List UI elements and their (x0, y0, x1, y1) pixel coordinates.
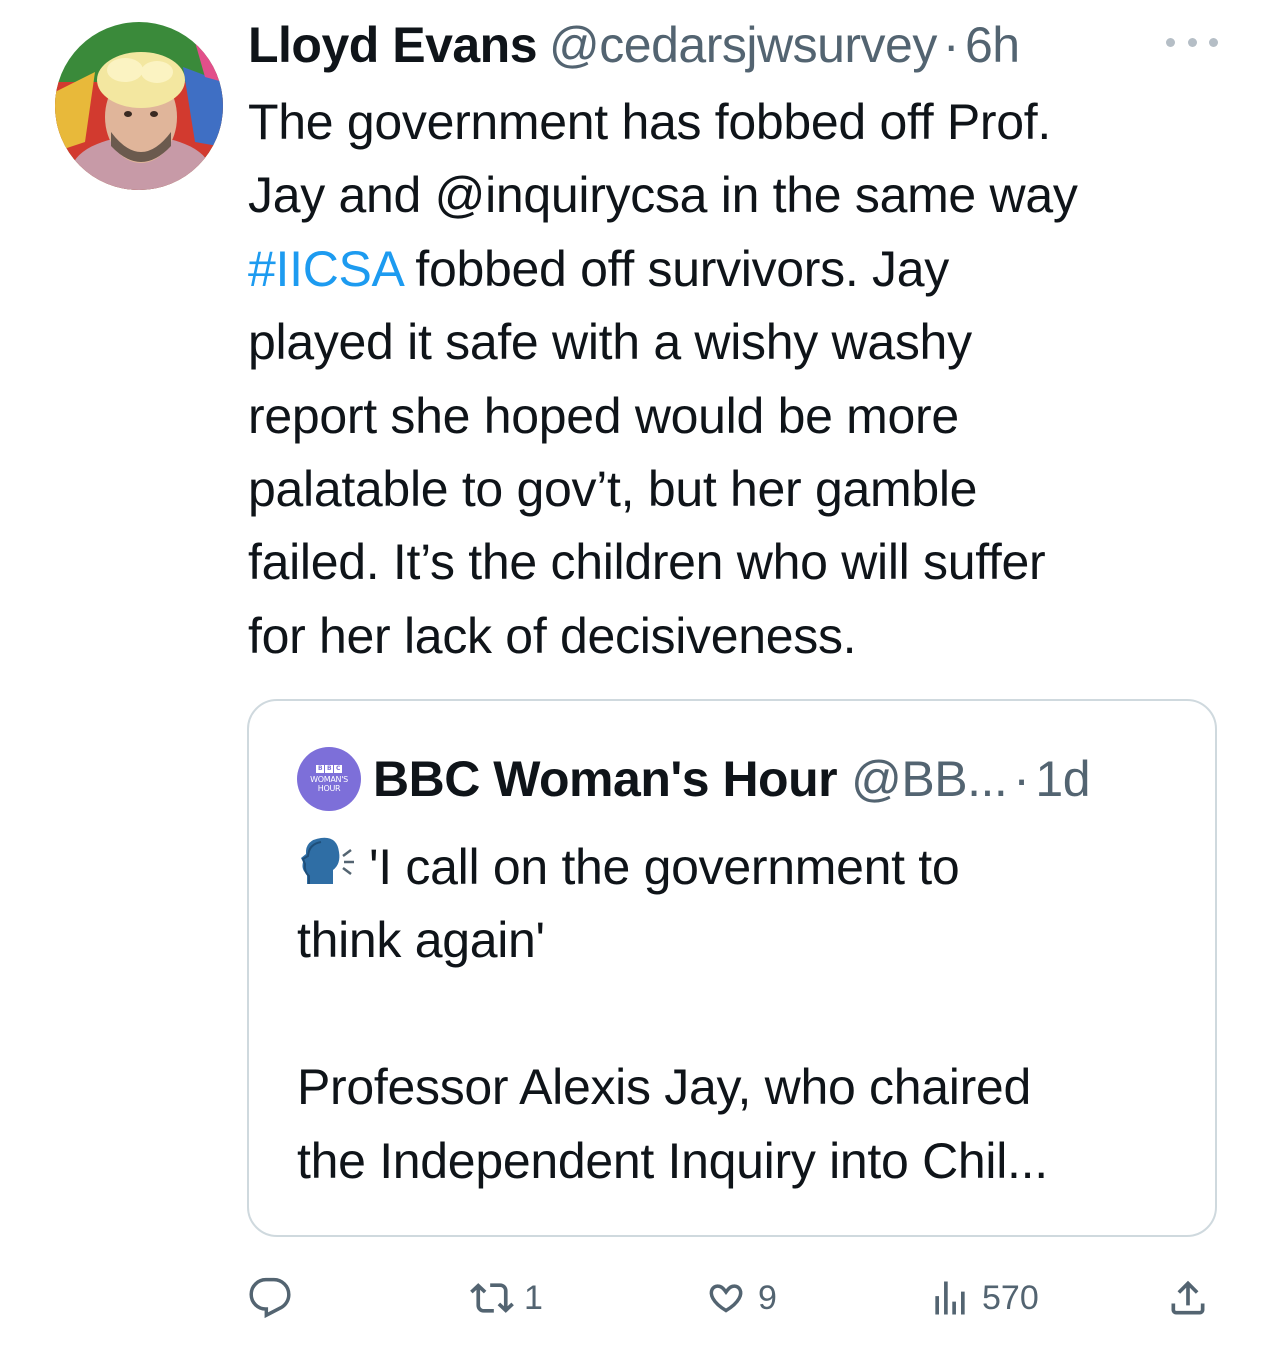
tweet-action-bar: 1 9 570 (248, 1268, 1220, 1328)
author-handle[interactable]: @cedarsjwsurvey (549, 16, 937, 74)
bbc-letter: C (334, 765, 342, 773)
author-name[interactable]: Lloyd Evans (248, 16, 538, 74)
bbc-letter: B (325, 765, 333, 773)
views-icon (935, 1281, 965, 1315)
tweet-text-line: #IICSA fobbed off survivors. Jay (248, 233, 1238, 306)
tweet-text-line: for her lack of decisiveness. (248, 607, 857, 664)
more-dot (1187, 37, 1197, 47)
tweet-text-line: Jay and @inquirycsa in the same way (248, 167, 1078, 224)
views-count: 570 (982, 1278, 1039, 1317)
quoted-text-line: 'I call on the government to (297, 831, 1187, 904)
hashtag-link[interactable]: #IICSA (248, 241, 402, 297)
quoted-tweet-text: 'I call on the government to think again… (297, 831, 1187, 1198)
retweet-icon (470, 1283, 514, 1313)
like-button[interactable]: 9 (704, 1268, 777, 1328)
quoted-text-line: think again' (297, 912, 545, 969)
more-icon[interactable] (1166, 30, 1218, 54)
tweet-text-line: The government has fobbed off Prof. (248, 94, 1051, 150)
reply-icon (249, 1277, 291, 1319)
header-separator: · (942, 17, 960, 73)
quoted-header-separator: · (1013, 751, 1030, 807)
quoted-text-spacer (297, 978, 1187, 1051)
bbc-logo: B B C (316, 765, 342, 773)
tweet-text-fragment: fobbed off survivors. Jay (401, 240, 949, 297)
quoted-text-line: Professor Alexis Jay, who chaired (297, 1059, 1031, 1116)
reply-button[interactable] (248, 1268, 292, 1328)
tweet-text-line: report she hoped would be more (248, 387, 959, 444)
tweet-text-line: palatable to gov’t, but her gamble (248, 461, 978, 518)
more-dot (1166, 37, 1175, 47)
bbc-letter: B (316, 765, 324, 773)
tweet-text-line: played it safe with a wishy washy (248, 314, 972, 371)
avatar-text-hour: HOUR (317, 784, 341, 793)
avatar-photo (55, 22, 223, 190)
quoted-text-fragment: 'I call on the government to (369, 839, 960, 895)
quoted-tweet-card[interactable]: B B C WOMAN'S HOUR BBC Woman's Hour @BB.… (247, 699, 1217, 1237)
quoted-tweet-timestamp: 1d (1035, 751, 1091, 807)
quoted-text-line: the Independent Inquiry into Chil... (297, 1132, 1048, 1189)
heart-icon (709, 1284, 743, 1313)
speaking-head-icon (301, 837, 354, 884)
share-button[interactable] (1166, 1268, 1210, 1328)
quoted-tweet-header: B B C WOMAN'S HOUR BBC Woman's Hour @BB.… (297, 747, 1091, 811)
more-dot (1209, 37, 1218, 47)
tweet-timestamp[interactable]: 6h (965, 16, 1020, 74)
tweet-text-line: failed. It’s the children who will suffe… (248, 534, 1046, 591)
quoted-author-avatar[interactable]: B B C WOMAN'S HOUR (297, 747, 361, 811)
avatar-text-womans: WOMAN'S (310, 775, 348, 784)
share-icon (1171, 1280, 1205, 1315)
author-avatar[interactable] (55, 22, 223, 190)
quoted-author-name: BBC Woman's Hour (373, 751, 838, 807)
retweet-count: 1 (524, 1278, 543, 1317)
retweet-button[interactable]: 1 (470, 1268, 543, 1328)
views-button[interactable]: 570 (928, 1268, 1039, 1328)
tweet-header: Lloyd Evans @cedarsjwsurvey · 6h (248, 14, 1020, 76)
tweet-text: The government has fobbed off Prof. Jay … (248, 86, 1238, 673)
like-count: 9 (758, 1278, 777, 1317)
quoted-author-handle: @BB... (851, 751, 1008, 807)
